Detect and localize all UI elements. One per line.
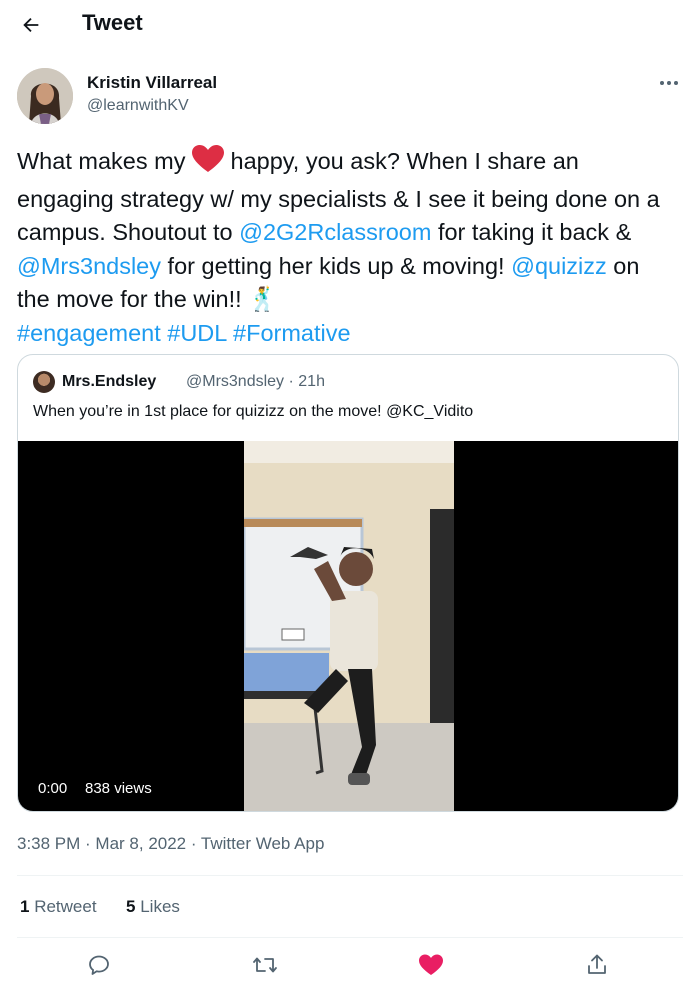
mention-link[interactable]: @Mrs3ndsley bbox=[17, 253, 161, 279]
tweet-text-segment: What makes my bbox=[17, 148, 192, 174]
hashtag-link[interactable]: #engagement bbox=[17, 320, 161, 346]
dancer-emoji-icon: 🕺 bbox=[248, 286, 278, 312]
video-views: 838 views bbox=[85, 780, 152, 797]
likes-count: 5 bbox=[126, 897, 136, 916]
top-bar: Tweet bbox=[0, 0, 700, 50]
video-player[interactable]: 0:00 838 views bbox=[18, 441, 678, 811]
tweet-timestamp[interactable]: 3:38 PM · Mar 8, 2022 · Twitter Web App bbox=[17, 834, 324, 854]
tweet-text: What makes my happy, you ask? When I sha… bbox=[17, 145, 677, 350]
share-icon bbox=[588, 954, 606, 974]
more-icon bbox=[660, 81, 678, 85]
quoted-text: When you’re in 1st place for quizizz on … bbox=[33, 403, 474, 420]
retweets-label: Retweet bbox=[29, 897, 97, 916]
quoted-author-name: Mrs.Endsley bbox=[62, 373, 157, 390]
author-name[interactable]: Kristin Villarreal bbox=[87, 73, 217, 93]
hashtag-link[interactable]: #Formative bbox=[233, 320, 351, 346]
tweet-text-segment: for taking it back & bbox=[431, 219, 632, 245]
likes-label: Likes bbox=[135, 897, 180, 916]
retweet-button[interactable] bbox=[248, 950, 282, 980]
reply-button[interactable] bbox=[82, 950, 116, 980]
divider bbox=[17, 937, 683, 938]
mention-link[interactable]: @quizizz bbox=[511, 253, 607, 279]
like-button[interactable] bbox=[414, 950, 448, 980]
back-arrow-icon bbox=[23, 17, 39, 33]
heart-icon bbox=[419, 954, 443, 975]
retweets-stat[interactable]: 1 Retweet bbox=[20, 897, 97, 916]
quoted-handle-time: @Mrs3ndsley · 21h bbox=[186, 373, 325, 390]
share-button[interactable] bbox=[580, 950, 614, 980]
engagement-stats: 1 Retweet 5 Likes bbox=[20, 897, 180, 917]
avatar[interactable] bbox=[17, 68, 73, 124]
divider bbox=[17, 875, 683, 876]
mention-link[interactable]: @2G2Rclassroom bbox=[239, 219, 431, 245]
page-title: Tweet bbox=[82, 10, 143, 35]
likes-stat[interactable]: 5 Likes bbox=[126, 897, 180, 916]
back-button[interactable] bbox=[14, 8, 48, 42]
quoted-avatar[interactable] bbox=[33, 371, 55, 393]
red-heart-icon bbox=[191, 145, 224, 183]
retweet-icon bbox=[253, 957, 277, 973]
reply-icon bbox=[89, 955, 109, 975]
tweet-text-segment: for getting her kids up & moving! bbox=[161, 252, 512, 279]
video-time: 0:00 bbox=[38, 780, 68, 797]
author-handle[interactable]: @learnwithKV bbox=[87, 97, 189, 115]
video-frame bbox=[244, 441, 454, 811]
quoted-tweet[interactable]: Mrs.Endsley @Mrs3ndsley · 21h When you’r… bbox=[17, 354, 679, 812]
more-options-button[interactable] bbox=[652, 72, 686, 94]
hashtag-link[interactable]: #UDL bbox=[167, 320, 226, 346]
